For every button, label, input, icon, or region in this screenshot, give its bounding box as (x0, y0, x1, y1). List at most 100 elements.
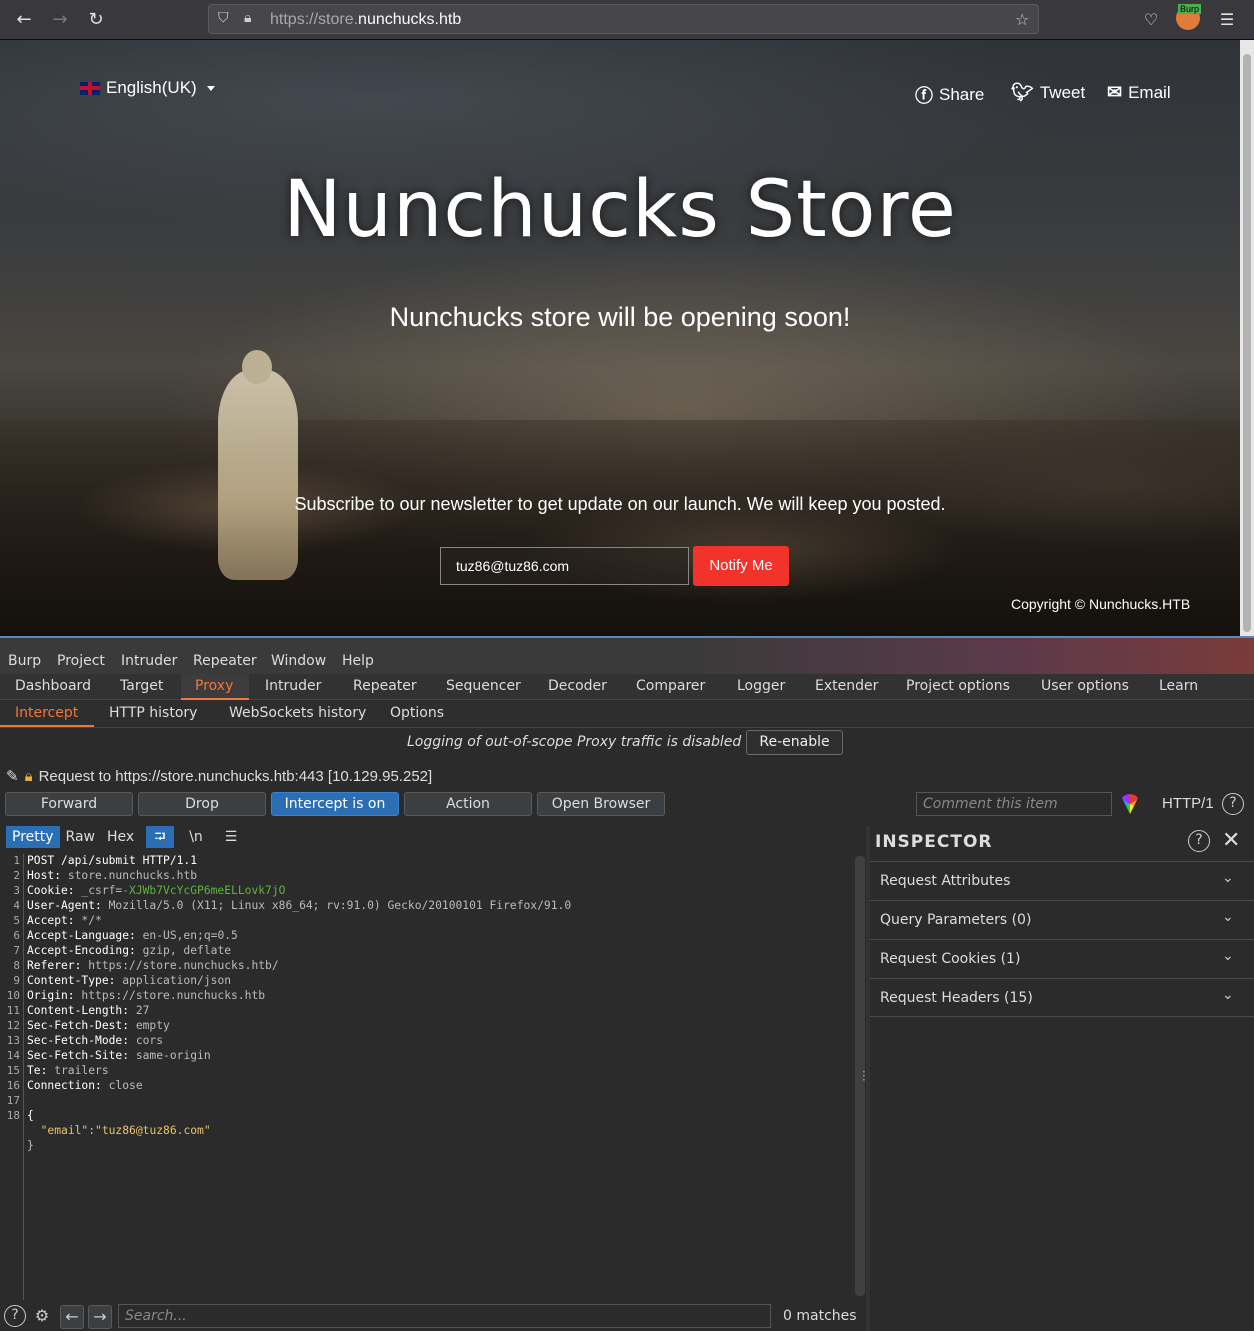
twitter-bird-icon: 🐦︎ (1011, 82, 1034, 102)
request-line: { (27, 1109, 34, 1122)
store-title: Nunchucks Store (283, 165, 957, 255)
forward-button[interactable]: Forward (5, 792, 133, 816)
line-number: 4 (13, 899, 20, 912)
tweet-link[interactable]: 🐦︎ Tweet (1011, 82, 1085, 103)
open-browser-button[interactable]: Open Browser (537, 792, 665, 816)
tab-user-options[interactable]: User options (1041, 678, 1129, 694)
view-pretty-tab[interactable]: Pretty (6, 826, 60, 848)
tab-project-options[interactable]: Project options (906, 678, 1010, 694)
forward-arrow-icon[interactable]: → (48, 8, 72, 32)
splitter-handle-icon[interactable]: · · · (862, 1066, 866, 1086)
page-scrollbar[interactable] (1240, 40, 1254, 636)
line-number: 15 (6, 1064, 20, 1077)
tab-proxy[interactable]: Proxy (195, 678, 233, 694)
header-value: 27 (129, 1004, 150, 1017)
inspector-request-cookies[interactable]: Request Cookies (1) ⌄ (870, 939, 1254, 978)
inspector-request-headers[interactable]: Request Headers (15) ⌄ (870, 978, 1254, 1017)
tab-target[interactable]: Target (120, 678, 163, 694)
view-hex-tab[interactable]: Hex (101, 826, 140, 848)
language-selector[interactable]: English(UK) (80, 78, 215, 98)
chevron-down-icon: ⌄ (1222, 870, 1234, 886)
lock-icon[interactable]: 🔒︎ (244, 10, 251, 26)
tab-decoder[interactable]: Decoder (548, 678, 607, 694)
cookie-value: -XJWb7VcYcGP6meELLovk7jO (122, 884, 286, 897)
menu-window[interactable]: Window (271, 653, 326, 669)
action-button[interactable]: Action (404, 792, 532, 816)
editor-menu-icon[interactable]: ☰ (217, 826, 245, 848)
re-enable-button[interactable]: Re-enable (746, 730, 843, 755)
address-bar[interactable]: ⛉ 🔒︎ https://store.nunchucks.htb ☆ (208, 4, 1039, 34)
notify-me-button[interactable]: Notify Me (693, 546, 789, 586)
menu-help[interactable]: Help (342, 653, 374, 669)
settings-gear-icon[interactable]: ⚙ (30, 1305, 54, 1329)
subtab-options[interactable]: Options (390, 705, 444, 721)
pocket-icon[interactable]: ♡ (1139, 8, 1163, 32)
facebook-icon: ⓕ (915, 86, 933, 106)
http-version-label[interactable]: HTTP/1 (1162, 795, 1214, 812)
share-link[interactable]: ⓕ Share (915, 82, 984, 108)
tab-repeater[interactable]: Repeater (353, 678, 417, 694)
header-name: Content-Type: (27, 974, 116, 987)
tab-learn[interactable]: Learn (1159, 678, 1198, 694)
menu-project[interactable]: Project (57, 653, 105, 669)
burp-extension-icon[interactable]: Burp (1176, 4, 1202, 30)
section-label: Query Parameters (0) (880, 912, 1032, 928)
search-input[interactable]: Search... (118, 1304, 771, 1328)
request-editor[interactable]: 1 2 3 4 5 6 7 8 9 10 11 12 13 14 15 16 17 18 POST /api/su… (0, 854, 853, 1300)
next-match-arrow-icon[interactable]: → (88, 1305, 112, 1329)
tab-intruder[interactable]: Intruder (265, 678, 321, 694)
inspector-query-parameters[interactable]: Query Parameters (0) ⌄ (870, 900, 1254, 939)
request-line: Content-Type: application/json (27, 974, 231, 987)
inspector-help-icon[interactable]: ? (1188, 830, 1210, 852)
view-raw-tab[interactable]: Raw (60, 826, 101, 848)
tab-dashboard[interactable]: Dashboard (15, 678, 91, 694)
request-info: ✎ 🔒︎ Request to https://store.nunchucks.… (6, 767, 432, 786)
tab-sequencer[interactable]: Sequencer (446, 678, 521, 694)
reload-icon[interactable]: ↻ (84, 8, 108, 32)
envelope-icon: ✉ (1107, 82, 1123, 102)
tab-comparer[interactable]: Comparer (636, 678, 705, 694)
subtab-http-history[interactable]: HTTP history (109, 705, 197, 721)
newsletter-email-input[interactable]: tuz86@tuz86.com (440, 547, 689, 585)
previous-match-arrow-icon[interactable]: ← (60, 1305, 84, 1329)
header-value: cors (129, 1034, 164, 1047)
scrollbar-thumb[interactable] (1243, 54, 1251, 632)
menu-repeater[interactable]: Repeater (193, 653, 257, 669)
shield-icon[interactable]: ⛉ (218, 10, 229, 26)
menu-intruder[interactable]: Intruder (121, 653, 177, 669)
menu-burp[interactable]: Burp (8, 653, 41, 669)
url-text[interactable]: https://store.nunchucks.htb (270, 11, 461, 29)
bookmark-star-icon[interactable]: ☆ (1015, 10, 1029, 29)
inspector-request-attributes[interactable]: Request Attributes ⌄ (870, 861, 1254, 900)
back-arrow-icon[interactable]: ← (12, 8, 36, 32)
bottom-help-icon[interactable]: ? (4, 1305, 26, 1327)
header-value: gzip, deflate (135, 944, 232, 957)
request-line: User-Agent: Mozilla/5.0 (X11; Linux x86_… (27, 899, 571, 912)
line-number-gutter: 1 2 3 4 5 6 7 8 9 10 11 12 13 14 15 16 17 18 (0, 854, 24, 1300)
tab-logger[interactable]: Logger (737, 678, 785, 694)
tab-extender[interactable]: Extender (815, 678, 878, 694)
request-line: Content-Length: 27 (27, 1004, 149, 1017)
highlight-color-icon[interactable] (1120, 794, 1140, 814)
subtab-intercept[interactable]: Intercept (15, 705, 78, 721)
inspector-close-icon[interactable]: ✕ (1222, 828, 1240, 853)
show-newlines-toggle[interactable]: \n (182, 826, 210, 848)
chevron-down-icon: ⌄ (1222, 987, 1234, 1003)
newsletter-text: Subscribe to our newsletter to get updat… (294, 494, 946, 514)
intercept-toggle-button[interactable]: Intercept is on (271, 792, 399, 816)
line-number: 14 (6, 1049, 20, 1062)
main-tabs: Dashboard Target Proxy Intruder Repeater… (0, 674, 1254, 700)
pencil-icon[interactable]: ✎ (6, 767, 19, 785)
copyright-text: Copyright © Nunchucks.HTB (1011, 596, 1191, 612)
request-line: Accept-Encoding: gzip, deflate (27, 944, 231, 957)
request-line: Accept-Language: en-US,en;q=0.5 (27, 929, 238, 942)
comment-input[interactable]: Comment this item (916, 792, 1112, 816)
header-value: empty (129, 1019, 170, 1032)
email-link[interactable]: ✉ Email (1107, 82, 1171, 103)
drop-button[interactable]: Drop (138, 792, 266, 816)
help-icon[interactable]: ? (1222, 793, 1244, 815)
word-wrap-icon[interactable]: ⮒ (146, 826, 174, 848)
inspector-panel: INSPECTOR ? ✕ Request Attributes ⌄ Query… (870, 826, 1254, 1331)
hamburger-menu-icon[interactable]: ☰ (1215, 8, 1239, 32)
subtab-websockets-history[interactable]: WebSockets history (229, 705, 366, 721)
